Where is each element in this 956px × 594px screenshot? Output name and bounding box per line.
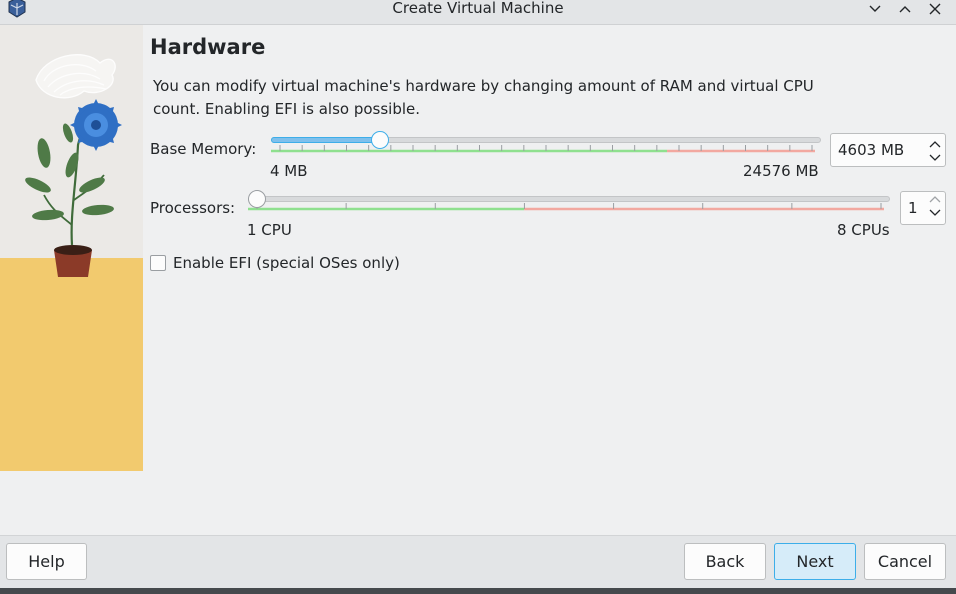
memory-slider-handle[interactable] [370,131,389,149]
next-button[interactable]: Next [774,543,856,580]
page-description: You can modify virtual machine's hardwar… [153,77,814,118]
memory-slider-fill [271,137,380,143]
back-button[interactable]: Back [684,543,766,580]
processors-spinbox[interactable]: 1 [900,191,946,225]
memory-slider-ticks [271,145,815,153]
window-titlebar: Create Virtual Machine [0,0,956,25]
minimize-button[interactable] [864,0,886,18]
cancel-button[interactable]: Cancel [864,543,946,580]
memory-min-label: 4 MB [270,162,308,180]
memory-spinbox[interactable]: 4603 MB [830,133,946,167]
processors-spinbox-value: 1 [908,199,918,217]
maximize-button[interactable] [894,0,916,18]
help-button[interactable]: Help [6,543,87,580]
wizard-button-bar: Help Back Next Cancel [0,535,956,594]
close-button[interactable] [924,0,946,18]
efi-checkbox-label[interactable]: Enable EFI (special OSes only) [173,254,400,272]
processors-label: Processors: [150,199,236,217]
efi-checkbox[interactable] [150,255,166,271]
efi-checkbox-row[interactable]: Enable EFI (special OSes only) [150,253,400,273]
memory-spinbox-value: 4603 MB [838,141,905,159]
base-memory-label: Base Memory: [150,140,257,158]
processors-slider-handle[interactable] [248,190,266,208]
page-title: Hardware [150,35,266,59]
spin-arrows-icon[interactable] [928,195,942,217]
maximize-icon [899,6,911,13]
processors-max-label: 8 CPUs [837,221,890,239]
window-title: Create Virtual Machine [392,0,564,17]
background-window-strip [0,588,956,594]
wizard-illustration [0,25,143,471]
processors-slider-ticks [248,203,884,211]
close-icon [929,3,941,15]
processors-min-label: 1 CPU [247,221,292,239]
processors-slider-groove[interactable] [248,196,890,202]
memory-max-label: 24576 MB [743,162,819,180]
spin-arrows-icon[interactable] [928,140,942,162]
minimize-icon [869,5,881,12]
